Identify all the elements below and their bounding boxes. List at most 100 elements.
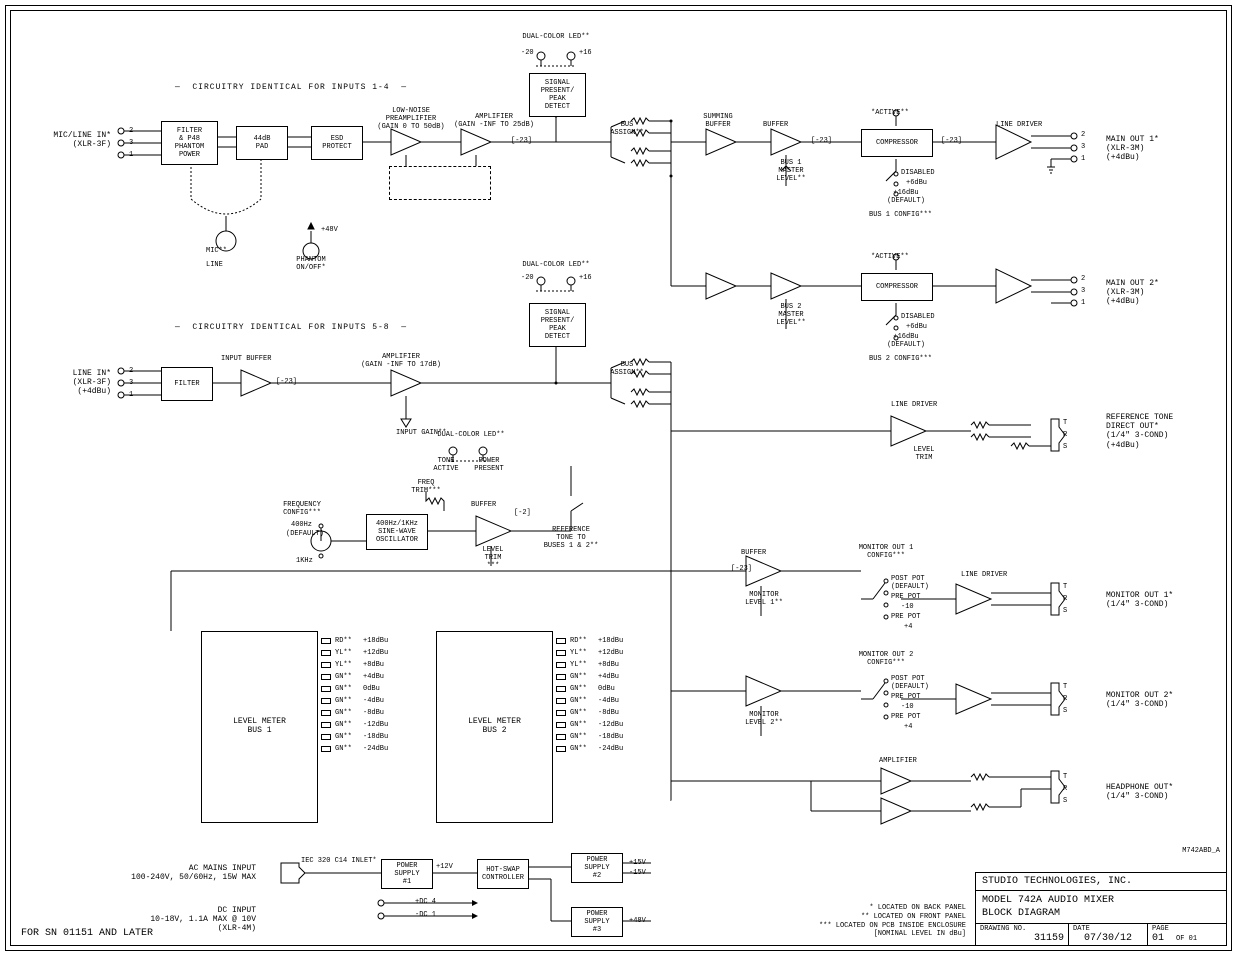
lvl-23d: [-23] xyxy=(276,378,297,386)
dual-led-1: DUAL-COLOR LED** xyxy=(511,33,601,41)
meter-led-row: RD**+18dBu xyxy=(321,637,388,645)
default2: (DEFAULT) xyxy=(286,530,324,538)
block-filter-2: FILTER xyxy=(161,367,213,401)
meter1-title: LEVEL METER BUS 1 xyxy=(202,717,317,735)
pin-1: 1 xyxy=(129,151,133,159)
pin1-m2: 1 xyxy=(1081,299,1085,307)
tone-active: TONE ACTIVE xyxy=(431,457,461,473)
meter-led-row: GN**-8dBu xyxy=(556,709,623,717)
preamp-label: LOW-NOISE PREAMPLIFIER (GAIN 0 TO 50dB) xyxy=(371,107,451,131)
section-inputs-5-8: — CIRCUITRY IDENTICAL FOR INPUTS 5-8 — xyxy=(141,323,441,332)
mon-lvl-2: MONITOR LEVEL 2** xyxy=(744,711,784,727)
company: STUDIO TECHNOLOGIES, INC. xyxy=(976,873,1226,891)
block-oscillator: 400Hz/1KHz SINE-WAVE OSCILLATOR xyxy=(366,514,428,550)
block-hotswap: HOT-SWAP CONTROLLER xyxy=(477,859,529,889)
mon2-post: POST POT(DEFAULT) xyxy=(891,675,929,691)
amp1-label: AMPLIFIER (GAIN -INF TO 25dB) xyxy=(449,113,539,129)
pin2-m2: 2 xyxy=(1081,275,1085,283)
active-2: *ACTIVE** xyxy=(871,253,909,261)
mon2-pre: PRE POT xyxy=(891,693,920,701)
bus-assign-1: BUS ASSIGN** xyxy=(607,121,647,137)
block-filter-p48: FILTER & P48 PHANTOM POWER xyxy=(161,121,218,165)
block-ps1: POWER SUPPLY #1 xyxy=(381,859,433,889)
trs-t-hp: T xyxy=(1063,773,1067,781)
p48v-out: +48V xyxy=(629,917,646,925)
lvl-23b: [-23] xyxy=(811,137,832,145)
meter-led-row: GN**-18dBu xyxy=(321,733,388,741)
mon-out-1: MONITOR OUT 1*(1/4" 3-COND) xyxy=(1106,591,1173,609)
trs-r-hp: R xyxy=(1063,785,1067,793)
led-m20-1: -20 xyxy=(521,49,534,57)
pin1-m1: 1 xyxy=(1081,155,1085,163)
trs-s-m1: S xyxy=(1063,607,1067,615)
dual-led-2: DUAL-COLOR LED** xyxy=(511,261,601,269)
power-present: POWER PRESENT xyxy=(471,457,507,473)
doc-id: M742ABD_A xyxy=(1182,847,1220,855)
block-detect-2: SIGNAL PRESENT/ PEAK DETECT xyxy=(529,303,586,347)
dc4: +DC 4 xyxy=(415,898,436,906)
mon2-config: MONITOR OUT 2 CONFIG*** xyxy=(851,651,921,667)
line-driver-ref: LINE DRIVER xyxy=(891,401,937,409)
pin-3: 3 xyxy=(129,139,133,147)
legend: * LOCATED ON BACK PANEL ** LOCATED ON FR… xyxy=(766,904,966,939)
meter-led-row: GN**-4dBu xyxy=(556,697,623,705)
hz1k: 1KHz xyxy=(296,557,313,565)
p6-1: +6dBu xyxy=(906,179,927,187)
pin2-m1: 2 xyxy=(1081,131,1085,139)
p16-1: +16dBu(DEFAULT) xyxy=(886,189,926,205)
mon1-p4: +4 xyxy=(904,623,912,631)
meter1-scale: RD**+18dBuYL**+12dBuYL**+8dBuGN**+4dBuGN… xyxy=(321,637,388,757)
trs-s-ref: S xyxy=(1063,443,1067,451)
ac-mains-label: AC MAINS INPUT100-240V, 50/60Hz, 15W MAX xyxy=(106,864,256,882)
bus-assign-2: BUS ASSIGN** xyxy=(607,361,647,377)
gain-group-dash xyxy=(389,166,491,200)
sn-note: FOR SN 01151 AND LATER xyxy=(21,928,153,940)
line-driver-mon1: LINE DRIVER xyxy=(961,571,1007,579)
block-detect-1: SIGNAL PRESENT/ PEAK DETECT xyxy=(529,73,586,117)
bus1-config: BUS 1 CONFIG*** xyxy=(869,211,932,219)
mon2-p4: +4 xyxy=(904,723,912,731)
meter-led-row: GN**-24dBu xyxy=(556,745,623,753)
meter2-scale: RD**+18dBuYL**+12dBuYL**+8dBuGN**+4dBuGN… xyxy=(556,637,623,757)
plus48v: +48V xyxy=(321,226,338,234)
disabled-1: DISABLED xyxy=(901,169,935,177)
block-ps2: POWER SUPPLY #2 xyxy=(571,853,623,883)
led-m20-2: -20 xyxy=(521,274,534,282)
mon-out-2: MONITOR OUT 2*(1/4" 3-COND) xyxy=(1106,691,1173,709)
mon1-config: MONITOR OUT 1 CONFIG*** xyxy=(851,544,921,560)
meter-led-row: YL**+8dBu xyxy=(556,661,623,669)
block-compressor-1: COMPRESSOR xyxy=(861,129,933,157)
meter-led-row: GN**+4dBu xyxy=(556,673,623,681)
meter-led-row: GN**0dBu xyxy=(556,685,623,693)
freq-config: FREQUENCY CONFIG*** xyxy=(276,501,328,517)
reftone-out-label: REFERENCE TONEDIRECT OUT*(1/4" 3-COND)(+… xyxy=(1106,413,1173,450)
mon1-post: POST POT(DEFAULT) xyxy=(891,575,929,591)
p15v: +15V xyxy=(629,859,646,867)
pin3-m2: 3 xyxy=(1081,287,1085,295)
led-p16-1: +16 xyxy=(579,49,592,57)
line-driver-1: LINE DRIVER xyxy=(996,121,1042,129)
freq-trim: FREQ TRIM*** xyxy=(411,479,441,495)
meter-led-row: GN**-24dBu xyxy=(321,745,388,753)
buffer-label-1: BUFFER xyxy=(763,121,788,129)
meter-led-row: YL**+12dBu xyxy=(321,649,388,657)
block-44db-pad: 44dB PAD xyxy=(236,126,288,160)
mon1-pre2: PRE POT xyxy=(891,613,920,621)
main-out-1: MAIN OUT 1*(XLR-3M)(+4dBu) xyxy=(1106,135,1159,163)
lvl-23c: [-23] xyxy=(941,137,962,145)
trs-s-m2: S xyxy=(1063,707,1067,715)
input-buffer-label: INPUT BUFFER xyxy=(221,355,271,363)
block-esd: ESD PROTECT xyxy=(311,126,363,160)
lvl-m2: [-2] xyxy=(514,509,531,517)
meter-led-row: GN**-8dBu xyxy=(321,709,388,717)
line-in-label: LINE IN*(XLR-3F)(+4dBu) xyxy=(31,369,111,397)
trs-t-ref: T xyxy=(1063,419,1067,427)
active-1: *ACTIVE** xyxy=(871,109,909,117)
lvl-23-mon1: [-23] xyxy=(731,565,752,573)
block-ps3: POWER SUPPLY #3 xyxy=(571,907,623,937)
meter-led-row: YL**+12dBu xyxy=(556,649,623,657)
main-out-2: MAIN OUT 2*(XLR-3M)(+4dBu) xyxy=(1106,279,1159,307)
p6-2: +6dBu xyxy=(906,323,927,331)
trs-t-m2: T xyxy=(1063,683,1067,691)
block-level-meter-1: LEVEL METER BUS 1 xyxy=(201,631,318,823)
